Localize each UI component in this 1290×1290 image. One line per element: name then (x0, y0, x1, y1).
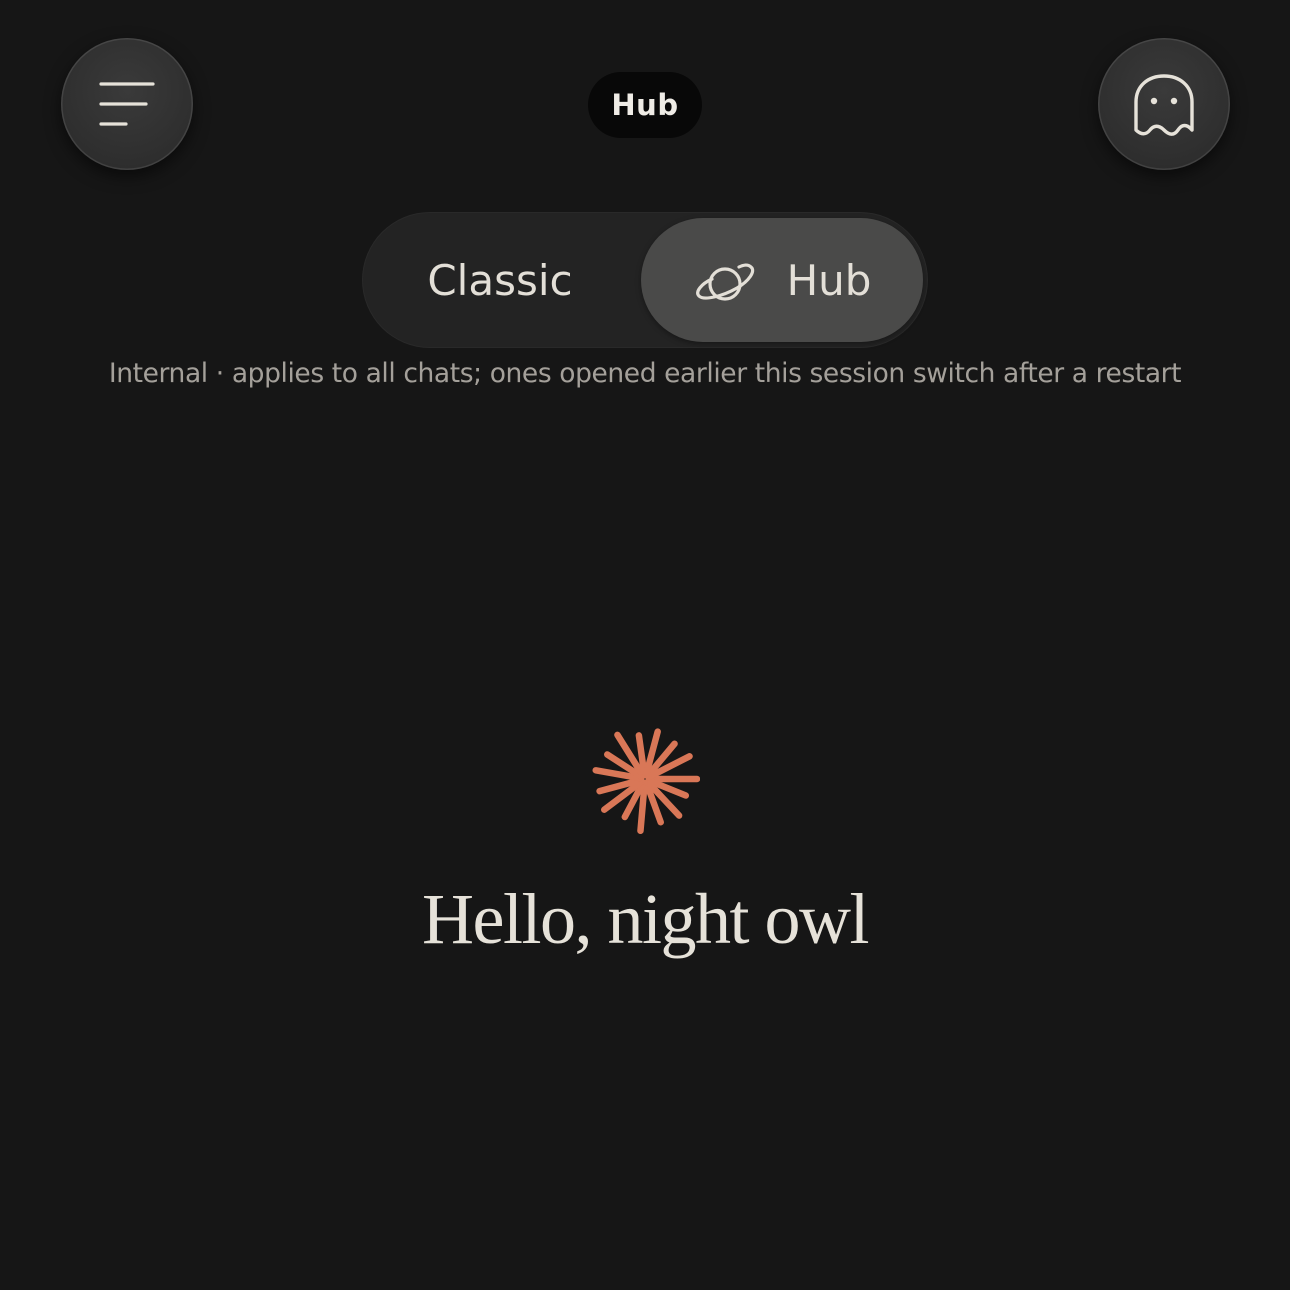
incognito-button[interactable] (1098, 38, 1230, 170)
toggle-option-hub[interactable]: Hub (641, 218, 923, 342)
toggle-option-classic-label: Classic (427, 255, 573, 305)
ghost-icon (1134, 74, 1194, 136)
menu-lines-icon (99, 82, 155, 126)
greeting-heading: Hello, night owl (422, 879, 869, 959)
page-title: Hub (588, 72, 702, 138)
menu-button[interactable] (61, 38, 193, 170)
spark-logo-icon (592, 728, 700, 834)
notice-text: Internal · applies to all chats; ones op… (108, 358, 1182, 389)
toggle-option-hub-label: Hub (786, 255, 872, 305)
planet-icon (693, 260, 757, 308)
toggle-option-classic[interactable]: Classic (370, 218, 630, 342)
mode-toggle: Classic Hub (362, 212, 928, 348)
